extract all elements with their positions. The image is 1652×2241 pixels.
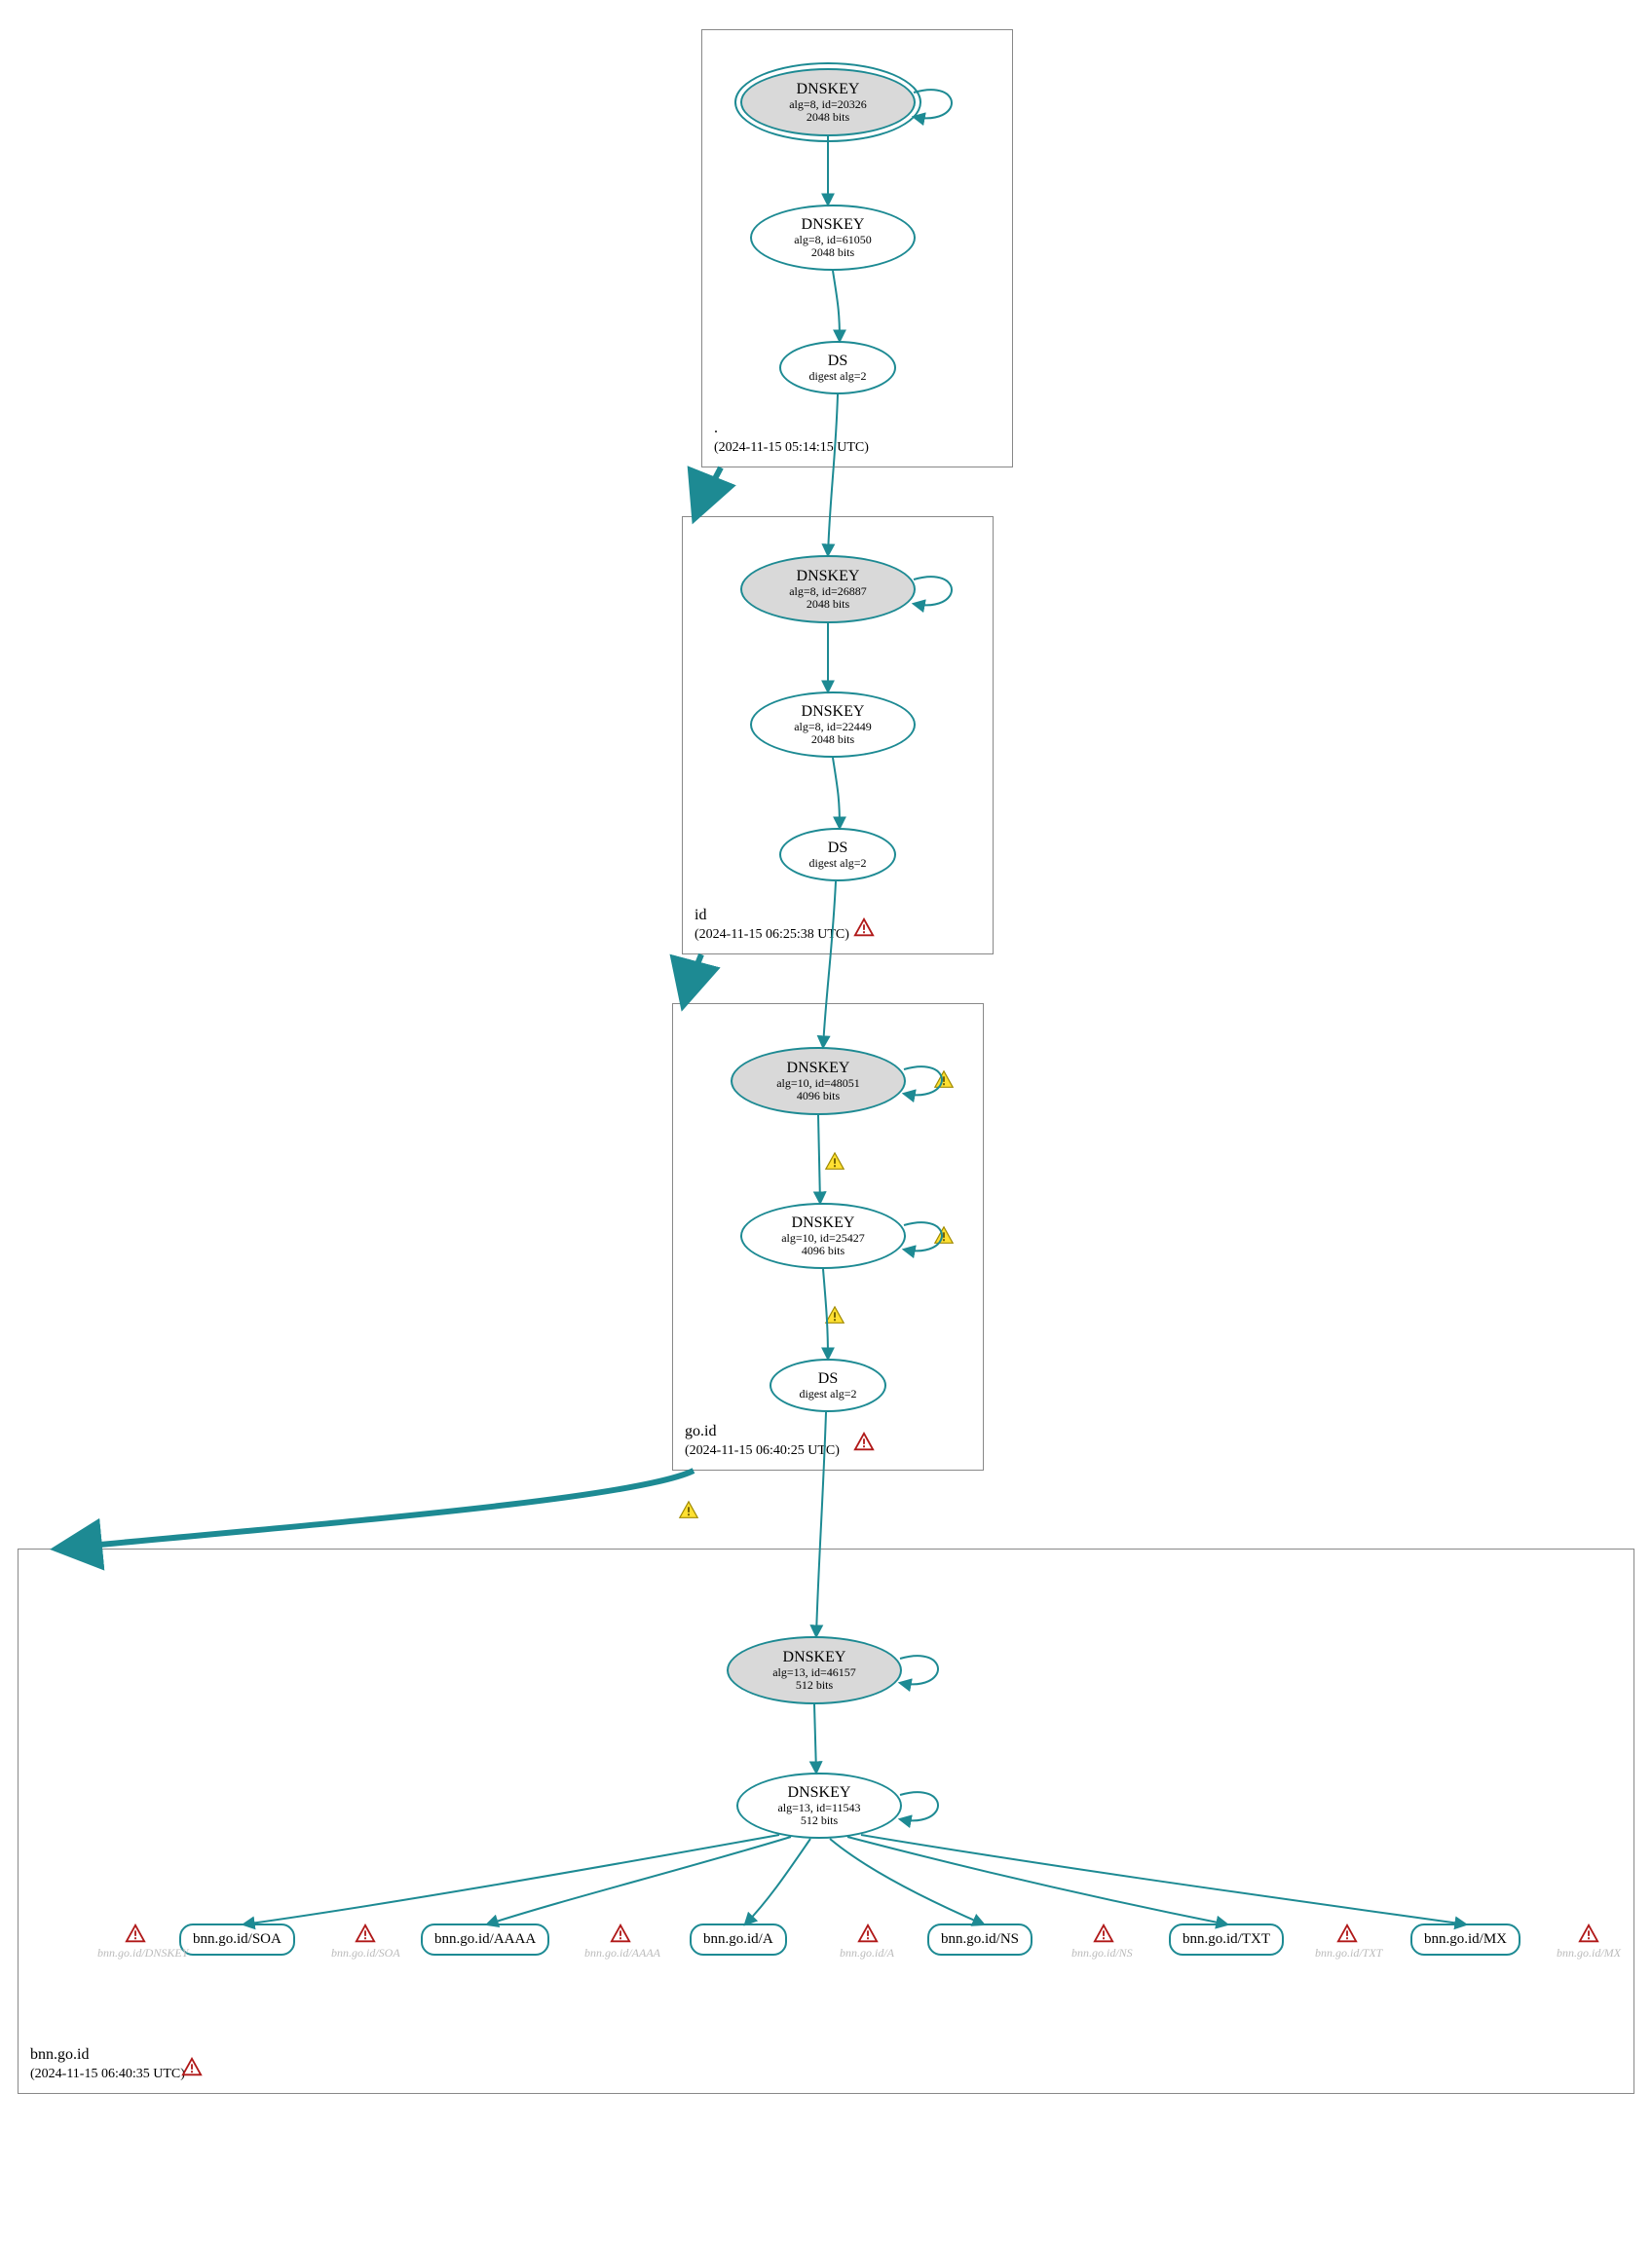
dnskey-sub2: 2048 bits	[807, 598, 849, 611]
error-icon	[1336, 1924, 1358, 1945]
rrset-a[interactable]: bnn.go.id/A	[690, 1924, 787, 1956]
ds-title: DS	[818, 1370, 838, 1388]
zone-goid-name: go.id	[685, 1423, 716, 1439]
dnskey-sub2: 512 bits	[801, 1814, 838, 1827]
dnskey-sub2: 2048 bits	[811, 246, 854, 259]
node-id-ksk[interactable]: DNSKEY alg=8, id=26887 2048 bits	[740, 555, 916, 623]
ds-sub: digest alg=2	[808, 370, 866, 383]
zone-id-label: id (2024-11-15 06:25:38 UTC)	[695, 906, 849, 944]
node-id-ds[interactable]: DS digest alg=2	[779, 828, 896, 881]
node-root-ds[interactable]: DS digest alg=2	[779, 341, 896, 394]
error-icon	[857, 1924, 879, 1945]
zone-root-name: .	[714, 420, 718, 436]
node-goid-ksk[interactable]: DNSKEY alg=10, id=48051 4096 bits	[731, 1047, 906, 1115]
dnskey-title: DNSKEY	[792, 1214, 855, 1232]
dnskey-title: DNSKEY	[797, 81, 860, 98]
ds-title: DS	[828, 353, 847, 370]
dnskey-title: DNSKEY	[787, 1060, 850, 1077]
rrset-ns[interactable]: bnn.go.id/NS	[927, 1924, 1032, 1956]
zone-root-label: . (2024-11-15 05:14:15 UTC)	[714, 419, 869, 457]
ghost-dnskey: bnn.go.id/DNSKEY	[97, 1946, 188, 1961]
rrset-mx[interactable]: bnn.go.id/MX	[1410, 1924, 1521, 1956]
warning-icon	[933, 1069, 955, 1091]
node-bnn-zsk[interactable]: DNSKEY alg=13, id=11543 512 bits	[736, 1773, 902, 1839]
node-id-zsk[interactable]: DNSKEY alg=8, id=22449 2048 bits	[750, 691, 916, 758]
warning-icon	[933, 1225, 955, 1247]
ghost-aaaa: bnn.go.id/AAAA	[584, 1946, 660, 1961]
error-icon	[853, 1432, 875, 1453]
ds-sub: digest alg=2	[808, 857, 866, 870]
dnskey-title: DNSKEY	[788, 1784, 851, 1802]
error-icon	[1578, 1924, 1599, 1945]
zone-id-ts: (2024-11-15 06:25:38 UTC)	[695, 927, 849, 942]
ghost-ns: bnn.go.id/NS	[1071, 1946, 1133, 1961]
dnskey-title: DNSKEY	[783, 1649, 846, 1666]
zone-bnn-name: bnn.go.id	[30, 2046, 89, 2063]
dnskey-sub2: 4096 bits	[797, 1090, 840, 1102]
node-bnn-ksk[interactable]: DNSKEY alg=13, id=46157 512 bits	[727, 1636, 902, 1704]
node-goid-zsk[interactable]: DNSKEY alg=10, id=25427 4096 bits	[740, 1203, 906, 1269]
rrset-soa[interactable]: bnn.go.id/SOA	[179, 1924, 295, 1956]
warning-icon	[824, 1305, 845, 1326]
error-icon	[181, 2057, 203, 2078]
dnskey-title: DNSKEY	[797, 568, 860, 585]
dnskey-title: DNSKEY	[802, 703, 865, 721]
error-icon	[853, 917, 875, 939]
dnskey-title: DNSKEY	[802, 216, 865, 234]
dnskey-sub2: 2048 bits	[811, 733, 854, 746]
zone-goid-label: go.id (2024-11-15 06:40:25 UTC)	[685, 1422, 840, 1460]
error-icon	[355, 1924, 376, 1945]
ghost-txt: bnn.go.id/TXT	[1315, 1946, 1382, 1961]
dnskey-sub2: 4096 bits	[802, 1245, 845, 1257]
ghost-a: bnn.go.id/A	[840, 1946, 894, 1961]
node-root-ksk[interactable]: DNSKEY alg=8, id=20326 2048 bits	[740, 68, 916, 136]
dnskey-sub2: 2048 bits	[807, 111, 849, 124]
error-icon	[125, 1924, 146, 1945]
ghost-soa: bnn.go.id/SOA	[331, 1946, 400, 1961]
rrset-aaaa[interactable]: bnn.go.id/AAAA	[421, 1924, 549, 1956]
zone-root-ts: (2024-11-15 05:14:15 UTC)	[714, 440, 869, 455]
zone-id-name: id	[695, 907, 706, 923]
ds-title: DS	[828, 840, 847, 857]
dnskey-sub2: 512 bits	[796, 1679, 833, 1692]
node-root-zsk[interactable]: DNSKEY alg=8, id=61050 2048 bits	[750, 205, 916, 271]
error-icon	[610, 1924, 631, 1945]
zone-goid-ts: (2024-11-15 06:40:25 UTC)	[685, 1443, 840, 1458]
rrset-txt[interactable]: bnn.go.id/TXT	[1169, 1924, 1284, 1956]
warning-icon	[824, 1151, 845, 1173]
ghost-mx: bnn.go.id/MX	[1557, 1946, 1621, 1961]
warning-icon	[678, 1500, 699, 1521]
error-icon	[1093, 1924, 1114, 1945]
zone-bnn-label: bnn.go.id (2024-11-15 06:40:35 UTC)	[30, 2045, 185, 2083]
node-goid-ds[interactable]: DS digest alg=2	[770, 1359, 886, 1412]
ds-sub: digest alg=2	[799, 1388, 856, 1401]
zone-bnn-ts: (2024-11-15 06:40:35 UTC)	[30, 2067, 185, 2081]
